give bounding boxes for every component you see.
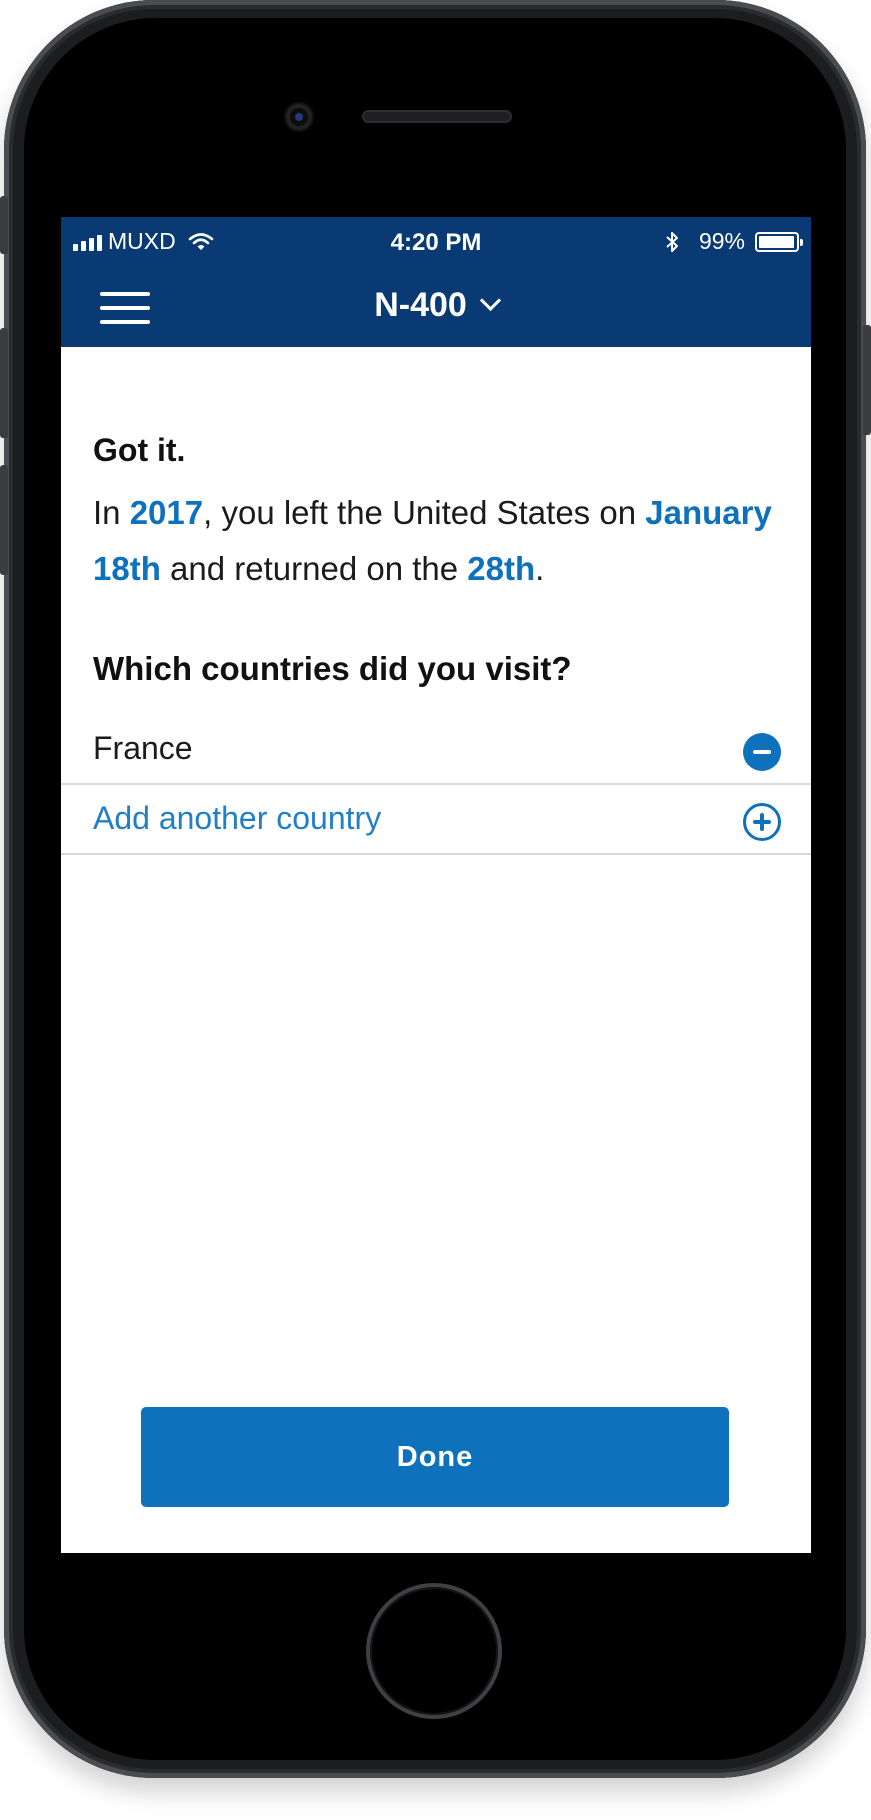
bluetooth-icon bbox=[666, 231, 678, 252]
chevron-down-icon bbox=[479, 289, 501, 312]
trip-text: In bbox=[93, 494, 130, 531]
nav-bar: N-400 bbox=[61, 267, 811, 347]
front-camera bbox=[286, 104, 312, 130]
country-name: France bbox=[93, 730, 193, 766]
done-button[interactable]: Done bbox=[141, 1407, 729, 1507]
trip-text: and returned on the bbox=[160, 550, 468, 587]
trip-year[interactable]: 2017 bbox=[130, 494, 203, 531]
home-button[interactable] bbox=[370, 1587, 498, 1715]
add-country-row[interactable]: Add another country bbox=[61, 785, 811, 855]
silent-switch bbox=[0, 196, 8, 254]
volume-up-button bbox=[0, 328, 8, 438]
trip-text: , you left the United States on bbox=[203, 494, 646, 531]
battery-icon bbox=[755, 231, 803, 252]
earpiece-speaker bbox=[362, 110, 512, 123]
battery-percent: 99% bbox=[698, 228, 745, 254]
nav-title-label: N-400 bbox=[374, 286, 467, 324]
remove-country-icon[interactable] bbox=[743, 733, 781, 771]
volume-down-button bbox=[0, 465, 8, 575]
return-date[interactable]: 28th bbox=[467, 550, 535, 587]
trip-summary: In 2017, you left the United States on J… bbox=[93, 485, 783, 597]
power-button bbox=[863, 325, 871, 435]
add-country-link[interactable]: Add another country bbox=[93, 800, 381, 837]
app-screen: MUXD 4:20 PM 99% N-400 Got it. In 2017, … bbox=[61, 217, 811, 1553]
countries-question: Which countries did you visit? bbox=[93, 650, 572, 687]
country-row: France bbox=[61, 715, 811, 785]
trip-text: . bbox=[535, 550, 545, 587]
form-selector[interactable]: N-400 bbox=[61, 286, 811, 325]
status-right: 99% bbox=[665, 228, 803, 255]
status-bar: MUXD 4:20 PM 99% bbox=[61, 217, 811, 267]
confirmation-heading: Got it. bbox=[93, 432, 186, 468]
app-header: MUXD 4:20 PM 99% N-400 bbox=[61, 217, 811, 347]
add-country-icon[interactable] bbox=[743, 803, 781, 841]
